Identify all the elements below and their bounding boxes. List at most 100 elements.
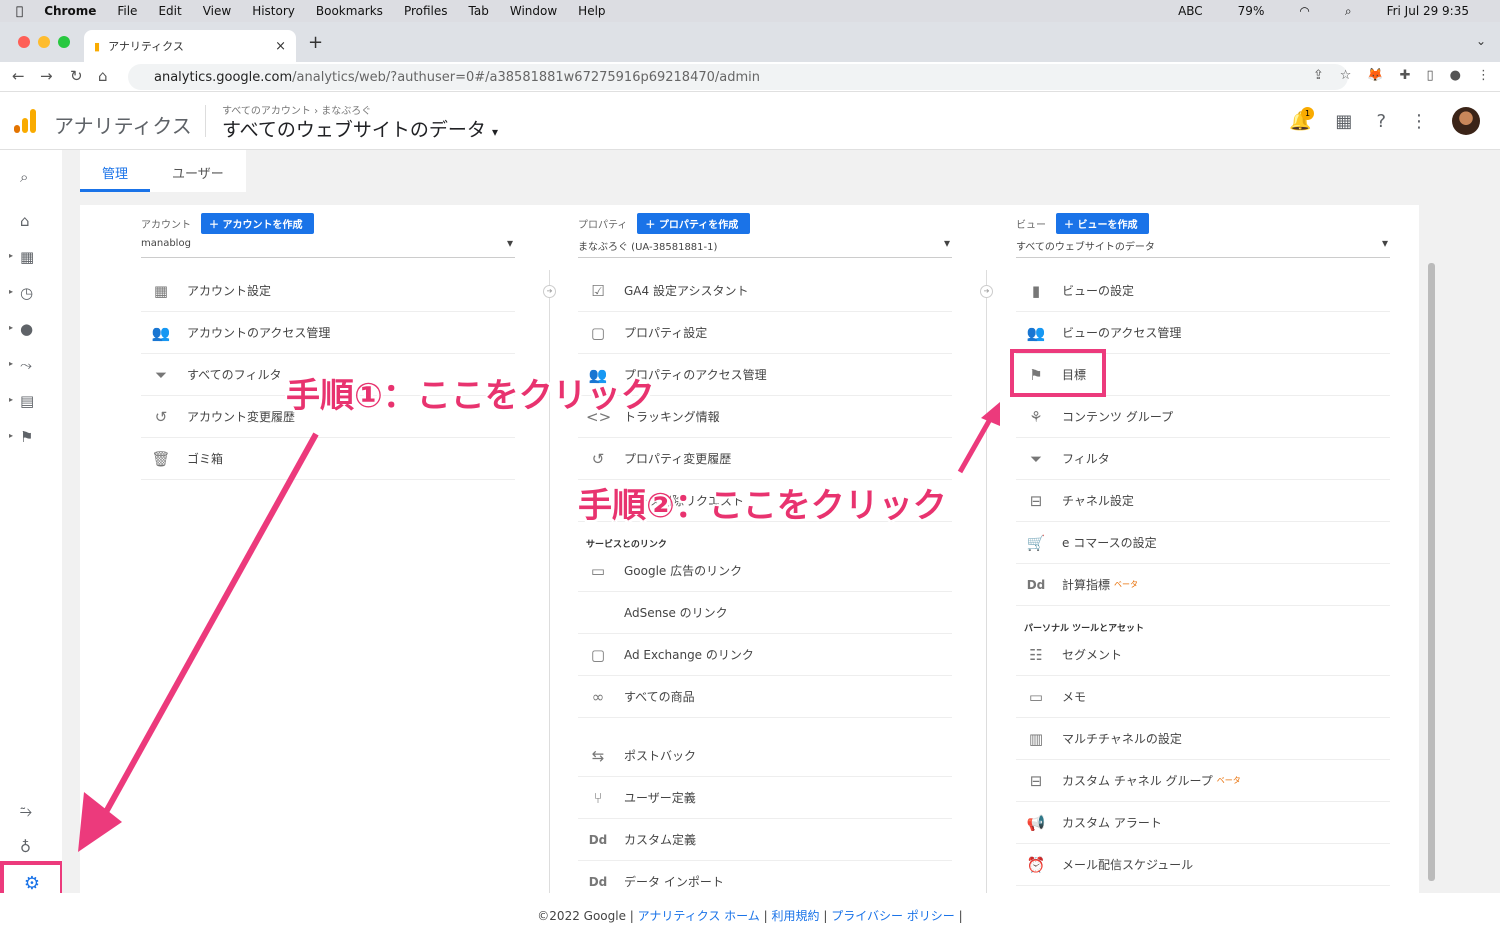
- property-dropdown[interactable]: まなぶろぐ (UA-38581881-1): [578, 236, 952, 258]
- menu-history[interactable]: History: [252, 4, 295, 18]
- menu-bookmarks[interactable]: Bookmarks: [316, 4, 383, 18]
- view-access-item[interactable]: 👥 ビューのアクセス管理: [1016, 312, 1390, 354]
- account-access-item[interactable]: 👥 アカウントのアクセス管理: [141, 312, 515, 354]
- apps-grid-icon[interactable]: ▦: [1335, 111, 1352, 132]
- metamask-icon[interactable]: 🦊: [1367, 68, 1383, 83]
- filters-item[interactable]: ⏷ フィルタ: [1016, 438, 1390, 480]
- close-tab-icon[interactable]: ×: [275, 39, 286, 54]
- forward-icon[interactable]: →: [40, 67, 53, 85]
- menu-window[interactable]: Window: [510, 4, 557, 18]
- calculated-metrics-item[interactable]: Dd 計算指標 ベータ: [1016, 564, 1390, 606]
- trash-item[interactable]: 🗑 ゴミ箱: [141, 438, 515, 480]
- create-property-button[interactable]: ＋ プロパティを作成: [637, 213, 751, 234]
- channel-icon: ⊟: [1029, 771, 1043, 790]
- property-settings-item[interactable]: ▢ プロパティ設定: [578, 312, 952, 354]
- ad-exchange-link-item[interactable]: ▢ Ad Exchange のリンク: [578, 634, 952, 676]
- segments-item[interactable]: ☷ セグメント: [1016, 634, 1390, 676]
- terms-link[interactable]: 利用規約: [772, 909, 820, 923]
- scrollbar[interactable]: [1428, 263, 1435, 881]
- google-ads-link-item[interactable]: ▭ Google 広告のリンク: [578, 550, 952, 592]
- view-dropdown[interactable]: すべてのウェブサイトのデータ: [1016, 236, 1390, 258]
- profile-icon[interactable]: ●: [1450, 68, 1461, 83]
- property-history-item[interactable]: ↺ プロパティ変更履歴: [578, 438, 952, 480]
- menu-edit[interactable]: Edit: [158, 4, 181, 18]
- attribution-icon[interactable]: ⥲: [20, 802, 32, 820]
- account-settings-item[interactable]: ▦ アカウント設定: [141, 270, 515, 312]
- chrome-menu-icon[interactable]: ⋮: [1477, 68, 1490, 83]
- close-window-button[interactable]: [18, 36, 30, 48]
- browser-toolbar: ← → ↻ ⌂ analytics.google.com/analytics/w…: [0, 62, 1500, 92]
- item-label: プロパティ変更履歴: [624, 452, 732, 466]
- help-icon[interactable]: ?: [1376, 111, 1386, 132]
- custom-definitions-item[interactable]: Dd カスタム定義: [578, 819, 952, 861]
- scheduled-emails-item[interactable]: ⏰ メール配信スケジュール: [1016, 844, 1390, 886]
- item-label: アカウントのアクセス管理: [187, 326, 331, 340]
- tab-search-chevron-icon[interactable]: ⌄: [1476, 34, 1486, 48]
- tab-admin[interactable]: 管理: [80, 150, 151, 192]
- search-icon[interactable]: ⌕: [20, 168, 28, 186]
- acquisition-icon[interactable]: ⤳: [9, 356, 32, 374]
- menu-profiles[interactable]: Profiles: [404, 4, 448, 18]
- audience-person-icon[interactable]: ●: [9, 320, 33, 338]
- footer-separator: |: [629, 909, 634, 923]
- apple-icon[interactable]: : [16, 4, 23, 18]
- bookmark-star-icon[interactable]: ☆: [1340, 68, 1352, 83]
- annotations-item[interactable]: ▭ メモ: [1016, 676, 1390, 718]
- view-settings-item[interactable]: ▮ ビューの設定: [1016, 270, 1390, 312]
- reload-icon[interactable]: ↻: [70, 67, 83, 85]
- menu-tab[interactable]: Tab: [469, 4, 489, 18]
- menu-app[interactable]: Chrome: [44, 4, 96, 18]
- view-selector[interactable]: すべてのウェブサイトのデータ ▾: [222, 115, 498, 142]
- user-definitions-item[interactable]: ⑂ ユーザー定義: [578, 777, 952, 819]
- new-tab-button[interactable]: +: [308, 32, 323, 53]
- menu-file[interactable]: File: [117, 4, 137, 18]
- analytics-home-link[interactable]: アナリティクス ホーム: [638, 909, 760, 923]
- content-grouping-item[interactable]: ⚘ コンテンツ グループ: [1016, 396, 1390, 438]
- privacy-link[interactable]: プライバシー ポリシー: [831, 909, 955, 923]
- sidepanel-icon[interactable]: ▯: [1427, 68, 1434, 83]
- postbacks-item[interactable]: ⇆ ポストバック: [578, 735, 952, 777]
- back-icon[interactable]: ←: [12, 67, 25, 85]
- customization-icon[interactable]: ▦: [9, 248, 34, 266]
- behavior-icon[interactable]: ▤: [9, 392, 34, 410]
- multichannel-settings-item[interactable]: ▥ マルチチャネルの設定: [1016, 718, 1390, 760]
- share-icon[interactable]: ⇪: [1313, 68, 1324, 83]
- item-label: 計算指標: [1062, 578, 1111, 592]
- zoom-window-button[interactable]: [58, 36, 70, 48]
- menu-help[interactable]: Help: [578, 4, 605, 18]
- spotlight-icon[interactable]: ⌕: [1345, 4, 1352, 19]
- battery-percent[interactable]: 79%: [1238, 4, 1265, 18]
- more-vert-icon[interactable]: ⋮: [1410, 111, 1428, 132]
- avatar[interactable]: [1452, 107, 1480, 135]
- account-dropdown[interactable]: manablog: [141, 236, 515, 258]
- browser-tab[interactable]: ▮ アナリティクス ×: [84, 30, 296, 62]
- all-products-item[interactable]: ∞ すべての商品: [578, 676, 952, 718]
- custom-channel-groups-item[interactable]: ⊟ カスタム チャネル グループ ベータ: [1016, 760, 1390, 802]
- realtime-clock-icon[interactable]: ◷: [9, 284, 33, 302]
- notifications-bell-icon[interactable]: 🔔 1: [1289, 106, 1314, 132]
- ga4-setup-item[interactable]: ☑ GA4 設定アシスタント: [578, 270, 952, 312]
- channel-settings-item[interactable]: ⊟ チャネル設定: [1016, 480, 1390, 522]
- goals-highlight-box: [1010, 349, 1106, 397]
- input-source-indicator[interactable]: ABC: [1178, 4, 1203, 18]
- channel-icon: ⊟: [1029, 491, 1043, 510]
- create-account-button[interactable]: ＋ アカウントを作成: [201, 213, 315, 234]
- ecommerce-settings-item[interactable]: 🛒 e コマースの設定: [1016, 522, 1390, 564]
- conversions-flag-icon[interactable]: ⚑: [9, 428, 34, 446]
- minimize-window-button[interactable]: [38, 36, 50, 48]
- tab-users[interactable]: ユーザー: [150, 150, 246, 192]
- create-property-label: プロパティを作成: [658, 220, 739, 231]
- wifi-icon[interactable]: ◠: [1299, 4, 1309, 18]
- menu-view[interactable]: View: [203, 4, 231, 18]
- address-bar[interactable]: analytics.google.com/analytics/web/?auth…: [128, 64, 1348, 90]
- home-icon[interactable]: ⌂: [98, 67, 108, 85]
- ads-icon: ▭: [590, 561, 606, 580]
- custom-alerts-item[interactable]: 📢 カスタム アラート: [1016, 802, 1390, 844]
- home-nav-icon[interactable]: ⌂: [20, 212, 30, 230]
- menu-clock[interactable]: Fri Jul 29 9:35: [1387, 4, 1469, 18]
- adsense-link-item[interactable]: AdSense のリンク: [578, 592, 952, 634]
- extensions-puzzle-icon[interactable]: ✚: [1400, 68, 1411, 83]
- create-view-button[interactable]: ＋ ビューを作成: [1056, 213, 1150, 234]
- discover-lightbulb-icon[interactable]: ♁: [20, 838, 31, 856]
- item-label: プロパティ設定: [624, 326, 708, 340]
